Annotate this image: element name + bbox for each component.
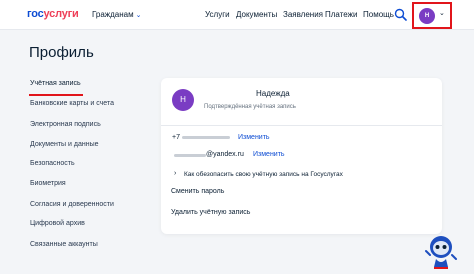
page-title: Профиль — [29, 44, 94, 61]
logo-part-gos: гос — [27, 8, 44, 20]
chevron-right-icon[interactable]: › — [174, 170, 176, 177]
edit-phone-link[interactable]: Изменить — [238, 134, 270, 141]
sidebar-item-linked-accounts[interactable]: Связанные аккаунты — [30, 241, 98, 248]
logo-part-uslugi: услуги — [43, 8, 79, 20]
profile-name: Надежда — [256, 89, 290, 98]
nav-services[interactable]: Услуги — [205, 10, 230, 19]
sidebar-item-bank-cards[interactable]: Банковские карты и счета — [30, 100, 114, 107]
email-local-redacted — [174, 154, 206, 157]
edit-email-link[interactable]: Изменить — [253, 151, 285, 158]
change-password-link[interactable]: Сменить пароль — [171, 188, 224, 195]
profile-avatar: Н — [172, 89, 194, 111]
chevron-down-icon: ⌄ — [135, 12, 142, 19]
phone-prefix: +7 — [172, 134, 180, 141]
sidebar-item-digital-archive[interactable]: Цифровой архив — [30, 220, 85, 227]
nav-payments[interactable]: Платежи — [325, 10, 357, 19]
sidebar-item-account[interactable]: Учётная запись — [30, 80, 81, 87]
avatar[interactable]: Н — [419, 8, 435, 24]
sidebar-item-consents[interactable]: Согласия и доверенности — [30, 201, 114, 208]
profile-card: Н Надежда Подтверждённая учётная запись … — [161, 78, 442, 234]
robot-assistant-icon[interactable] — [424, 233, 458, 269]
sidebar-item-security[interactable]: Безопасность — [30, 160, 75, 167]
sidebar-item-documents[interactable]: Документы и данные — [30, 141, 99, 148]
active-item-underline — [29, 94, 83, 96]
sidebar-item-e-signature[interactable]: Электронная подпись — [30, 121, 101, 128]
account-menu-highlight[interactable]: Н ⌄ — [412, 2, 452, 29]
citizens-label: Гражданам — [92, 10, 134, 19]
account-status: Подтверждённая учётная запись — [204, 104, 296, 110]
top-header: госуслуги Гражданам ⌄ Услуги Документы За… — [0, 0, 474, 30]
nav-applications[interactable]: Заявления — [283, 10, 323, 19]
delete-account-link[interactable]: Удалить учётную запись — [171, 209, 250, 216]
nav-help[interactable]: Помощь — [363, 10, 394, 19]
citizens-menu[interactable]: Гражданам ⌄ — [92, 10, 142, 19]
search-icon[interactable] — [394, 8, 407, 21]
email-domain: @yandex.ru — [206, 151, 244, 158]
sidebar-item-biometrics[interactable]: Биометрия — [30, 180, 66, 187]
nav-documents[interactable]: Документы — [236, 10, 277, 19]
chevron-down-icon[interactable]: ⌄ — [439, 9, 445, 17]
security-tips-item[interactable]: Как обезопасить свою учётную запись на Г… — [184, 171, 343, 178]
card-divider — [161, 125, 442, 126]
gosuslugi-logo[interactable]: госуслуги — [27, 8, 79, 20]
phone-number-redacted — [182, 136, 230, 139]
